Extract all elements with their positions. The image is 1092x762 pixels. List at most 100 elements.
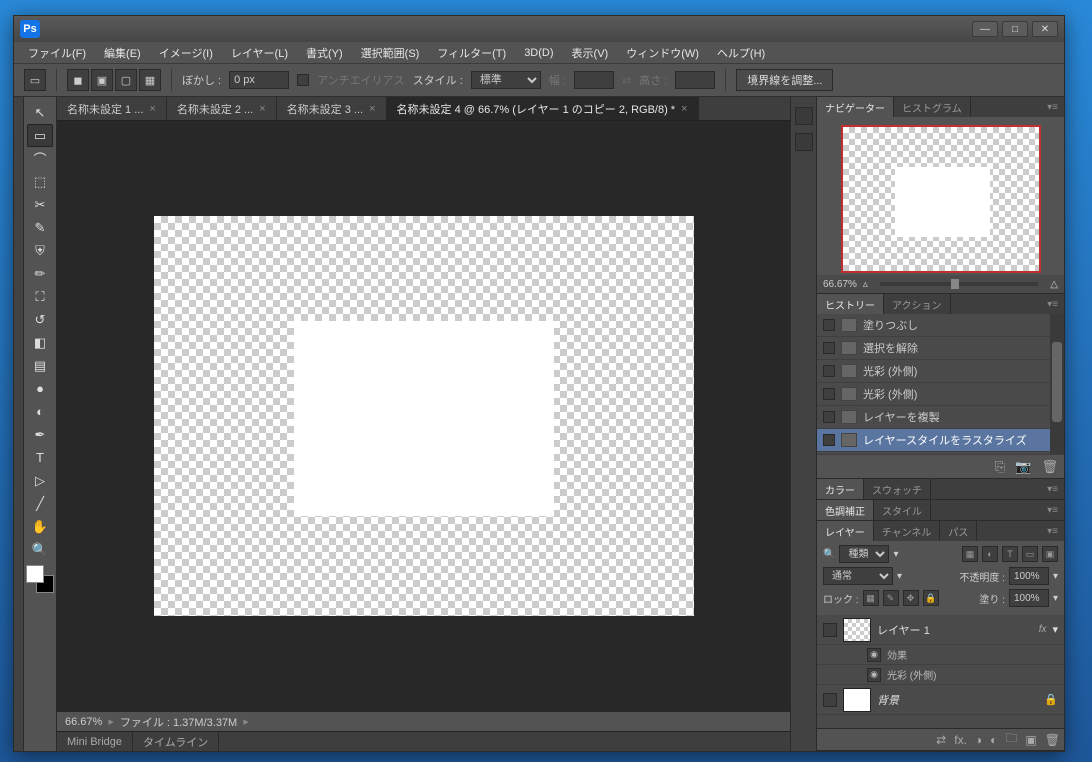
nav-zoom-value[interactable]: 66.67%	[823, 279, 857, 290]
tab-histogram[interactable]: ヒストグラム	[894, 97, 971, 117]
filter-shape-icon[interactable]: ▭	[1022, 546, 1038, 562]
selection-add-icon[interactable]: ▣	[91, 69, 113, 91]
menu-file[interactable]: ファイル(F)	[22, 43, 92, 63]
create-document-icon[interactable]: ⎘	[995, 459, 1005, 475]
zoom-in-icon[interactable]: △	[1050, 279, 1058, 290]
filter-pixel-icon[interactable]: ▦	[962, 546, 978, 562]
selection-subtract-icon[interactable]: ▢	[115, 69, 137, 91]
doc-tab-1[interactable]: 名称未設定 1 ...×	[57, 97, 167, 120]
tab-actions[interactable]: アクション	[884, 294, 951, 314]
tab-adjustments[interactable]: 色調補正	[817, 500, 874, 520]
dock-icon-2[interactable]	[795, 133, 813, 151]
menu-type[interactable]: 書式(Y)	[300, 43, 349, 63]
history-item[interactable]: 選択を解除	[817, 337, 1064, 360]
selection-new-icon[interactable]: ◼	[67, 69, 89, 91]
dodge-tool[interactable]: ◐	[27, 400, 53, 423]
layer-fx-row[interactable]: ◉ 効果	[817, 645, 1064, 665]
layer-thumbnail[interactable]	[843, 618, 871, 642]
caret-icon[interactable]: ▸	[243, 715, 249, 728]
hand-tool[interactable]: ✋	[27, 515, 53, 538]
doc-info[interactable]: ファイル : 1.37M/3.37M	[120, 714, 237, 730]
close-icon[interactable]: ×	[149, 103, 155, 115]
fill-input[interactable]	[1009, 589, 1049, 607]
gradient-tool[interactable]: ▤	[27, 354, 53, 377]
tool-preset-icon[interactable]: ▭	[24, 69, 46, 91]
tab-mini-bridge[interactable]: Mini Bridge	[57, 732, 133, 751]
snapshot-icon[interactable]: 📷	[1015, 459, 1031, 475]
tab-color[interactable]: カラー	[817, 479, 864, 499]
shape-tool[interactable]: ╱	[27, 492, 53, 515]
tab-swatches[interactable]: スウォッチ	[864, 479, 931, 499]
caret-icon[interactable]: ▸	[108, 715, 114, 728]
layer-row-bg[interactable]: 背景 🔒	[817, 685, 1064, 715]
chevron-down-icon[interactable]: ▾	[1052, 623, 1058, 636]
panel-menu-icon[interactable]: ▾≡	[1041, 294, 1064, 314]
filter-smart-icon[interactable]: ▣	[1042, 546, 1058, 562]
visibility-toggle[interactable]	[823, 623, 837, 637]
zoom-readout[interactable]: 66.67%	[65, 716, 102, 728]
path-select-tool[interactable]: ▷	[27, 469, 53, 492]
history-item[interactable]: レイヤーを複製	[817, 406, 1064, 429]
visibility-toggle[interactable]: ◉	[867, 668, 881, 682]
tab-channels[interactable]: チャンネル	[874, 521, 941, 541]
panel-menu-icon[interactable]: ▾≡	[1041, 521, 1064, 541]
blur-tool[interactable]: ●	[27, 377, 53, 400]
visibility-toggle[interactable]	[823, 693, 837, 707]
opacity-input[interactable]	[1009, 567, 1049, 585]
menu-help[interactable]: ヘルプ(H)	[711, 43, 771, 63]
maximize-button[interactable]: □	[1002, 21, 1028, 37]
layer-fx-item[interactable]: ◉ 光彩 (外側)	[817, 665, 1064, 685]
tab-timeline[interactable]: タイムライン	[133, 732, 219, 751]
tab-layers[interactable]: レイヤー	[817, 521, 874, 541]
menu-window[interactable]: ウィンドウ(W)	[620, 43, 705, 63]
history-item[interactable]: 光彩 (外側)	[817, 383, 1064, 406]
lock-position-icon[interactable]: ✎	[883, 590, 899, 606]
minimize-button[interactable]: —	[972, 21, 998, 37]
pen-tool[interactable]: ✒	[27, 423, 53, 446]
color-swatches[interactable]	[26, 565, 54, 593]
selection-intersect-icon[interactable]: ▦	[139, 69, 161, 91]
close-icon[interactable]: ×	[369, 103, 375, 115]
visibility-toggle[interactable]: ◉	[867, 648, 881, 662]
blend-mode-select[interactable]: 通常	[823, 567, 893, 585]
panel-menu-icon[interactable]: ▾≡	[1041, 479, 1064, 499]
filter-type-icon[interactable]: T	[1002, 546, 1018, 562]
adjustment-layer-icon[interactable]: ◐	[990, 733, 997, 747]
canvas[interactable]	[154, 216, 694, 616]
tab-history[interactable]: ヒストリー	[817, 294, 884, 314]
quick-select-tool[interactable]: ⬚	[27, 170, 53, 193]
style-select[interactable]: 標準	[471, 71, 541, 89]
lock-all-icon[interactable]: 🔒	[923, 590, 939, 606]
close-icon[interactable]: ×	[681, 103, 687, 115]
feather-input[interactable]	[229, 71, 289, 89]
menu-3d[interactable]: 3D(D)	[518, 45, 559, 61]
canvas-area[interactable]	[57, 121, 790, 711]
brush-tool[interactable]: ✏	[27, 262, 53, 285]
close-button[interactable]: ✕	[1032, 21, 1058, 37]
eraser-tool[interactable]: ◧	[27, 331, 53, 354]
zoom-tool[interactable]: 🔍	[27, 538, 53, 561]
crop-tool[interactable]: ✂	[27, 193, 53, 216]
dropdown-icon[interactable]: ▾	[1053, 571, 1058, 582]
history-item[interactable]: 塗りつぶし	[817, 314, 1064, 337]
doc-tab-3[interactable]: 名称未設定 3 ...×	[277, 97, 387, 120]
stamp-tool[interactable]: ⛶	[27, 285, 53, 308]
new-layer-icon[interactable]: ▣	[1025, 733, 1036, 747]
nav-zoom-slider[interactable]	[880, 282, 1038, 286]
move-tool[interactable]: ↖	[27, 101, 53, 124]
zoom-out-icon[interactable]: ▵	[863, 279, 868, 290]
layer-name[interactable]: 背景	[877, 692, 1038, 708]
menu-filter[interactable]: フィルター(T)	[431, 43, 512, 63]
tab-navigator[interactable]: ナビゲーター	[817, 97, 894, 117]
tab-styles[interactable]: スタイル	[874, 500, 931, 520]
lock-move-icon[interactable]: ✥	[903, 590, 919, 606]
dropdown-icon[interactable]: ▾	[1053, 593, 1058, 604]
panel-menu-icon[interactable]: ▾≡	[1041, 500, 1064, 520]
dock-icon-1[interactable]	[795, 107, 813, 125]
history-brush-tool[interactable]: ↺	[27, 308, 53, 331]
layer-filter-kind[interactable]: 種類	[839, 545, 889, 563]
antialias-checkbox[interactable]	[297, 74, 309, 86]
type-tool[interactable]: T	[27, 446, 53, 469]
doc-tab-2[interactable]: 名称未設定 2 ...×	[167, 97, 277, 120]
menu-layer[interactable]: レイヤー(L)	[225, 43, 294, 63]
